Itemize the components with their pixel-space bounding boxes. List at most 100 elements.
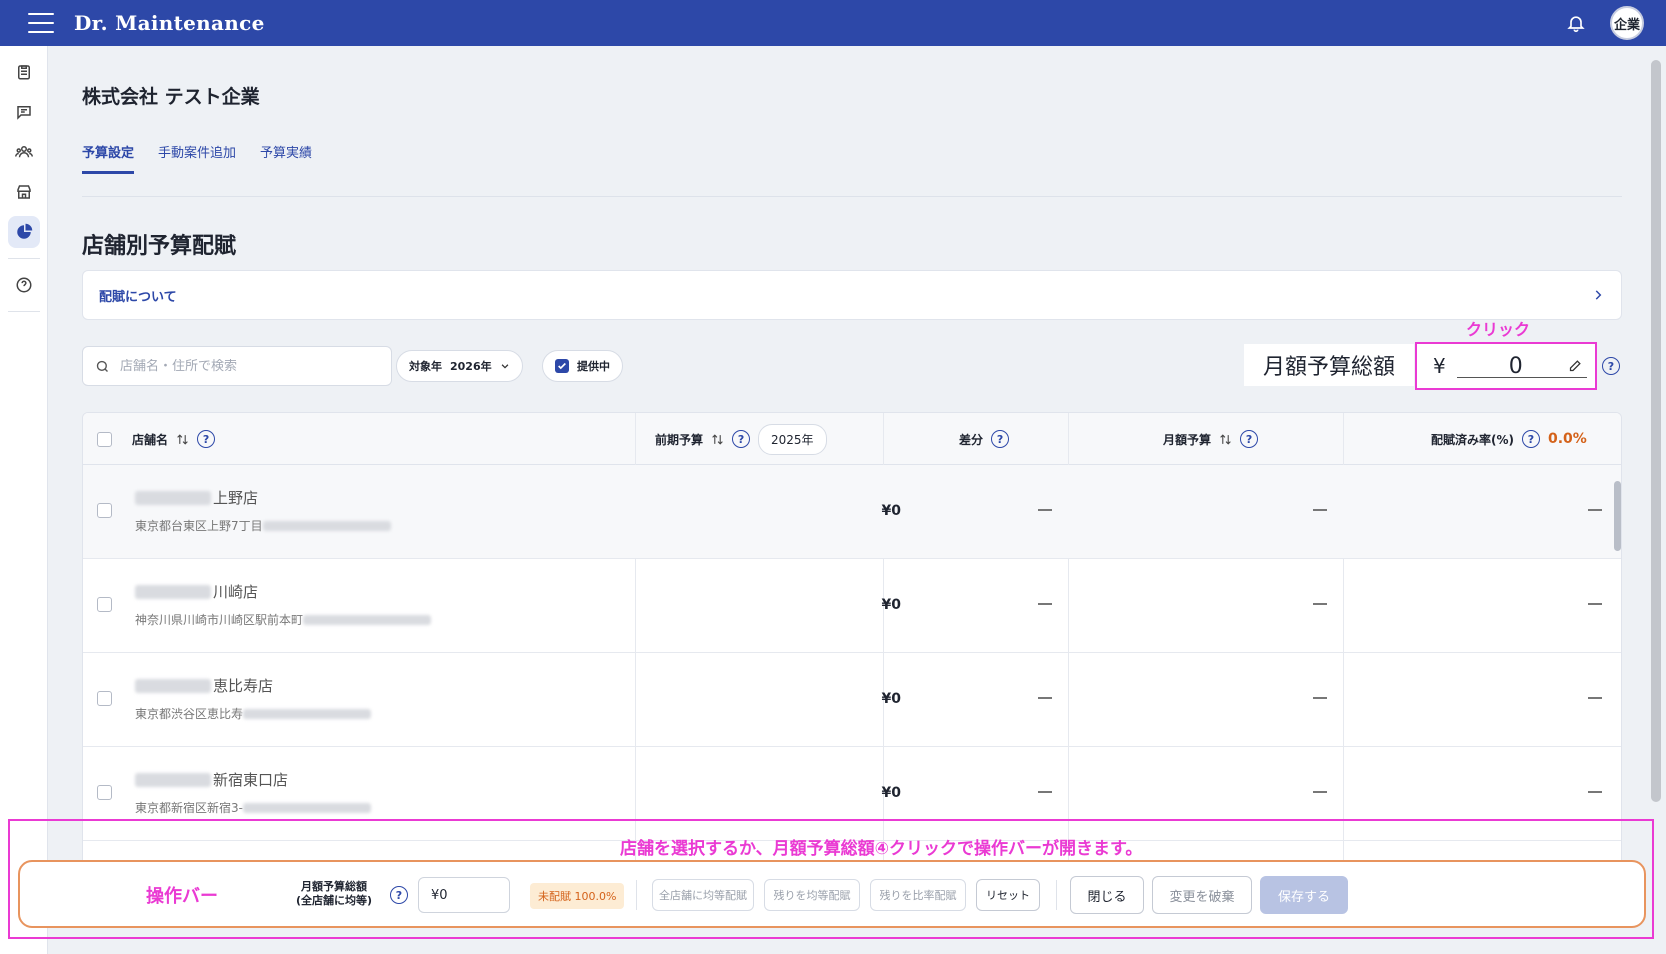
row-checkbox[interactable] [97,785,112,800]
equal-all-button[interactable]: 全店舗に均等配賦 [652,879,754,911]
user-avatar[interactable]: 企業 [1610,6,1644,40]
store-name: 恵比寿店 [135,675,273,696]
store-name: 上野店 [135,487,258,508]
header-rate: 配賦済み率(%) ? 0.0% [1431,413,1587,465]
op-budget-input[interactable]: ¥0 [418,877,510,913]
budget-total-value: 0 [1508,353,1523,379]
discard-button[interactable]: 変更を破棄 [1152,876,1252,914]
store-name: 新宿東口店 [135,769,288,790]
tab-manual-add[interactable]: 手動案件追加 [158,142,236,174]
table-row[interactable]: 上野店 東京都台東区上野7丁目 ¥0 [83,465,1621,559]
header-diff: 差分 ? [959,413,1010,465]
store-address: 神奈川県川崎市川崎区駅前本町 [135,611,433,628]
tab-budget-setting[interactable]: 予算設定 [82,142,135,174]
remaining-equal-button[interactable]: 残りを均等配賦 [764,879,860,911]
checkbox-checked-icon[interactable] [555,359,569,373]
pie-chart-icon[interactable] [7,216,40,248]
prev-budget-value: ¥0 [881,503,901,519]
chat-icon[interactable] [8,96,40,128]
currency-symbol: ¥ [1433,354,1446,378]
monthly-help-icon[interactable]: ? [1240,430,1259,448]
clipboard-icon[interactable] [8,56,40,88]
select-all-checkbox[interactable] [97,431,112,447]
tab-bar: 予算設定 手動案件追加 予算実績 [82,142,312,174]
reset-button[interactable]: リセット [976,879,1040,911]
row-checkbox[interactable] [97,691,112,706]
table-row[interactable]: 恵比寿店 東京都渋谷区恵比寿 ¥0 [83,653,1621,747]
store-address: 東京都台東区上野7丁目 [135,517,393,534]
monthly-empty [1313,603,1327,605]
store-icon[interactable] [8,176,40,208]
header-monthly-label: 月額予算 [1163,432,1212,447]
tab-budget-results[interactable]: 予算実績 [260,142,312,174]
rail-divider [7,311,40,312]
operation-bar: 操作バー 月額予算総額 (全店舗に均等) ? ¥0 未配賦 100.0% 全店舗… [18,860,1646,928]
active-filter-label: 提供中 [577,360,610,373]
diff-empty [1038,509,1052,511]
annotation-note: 店舗を選択するか、月額予算総額④クリックで操作バーが開きます。 [620,839,1143,859]
search-icon [96,360,108,372]
rate-help-icon[interactable]: ? [1522,430,1540,448]
header-monthly: 月額予算 ? [1163,413,1259,465]
users-icon[interactable] [8,136,40,168]
op-divider [636,880,637,910]
remaining-ratio-button[interactable]: 残りを比率配賦 [870,879,966,911]
header-store-label: 店舗名 [132,432,169,447]
monthly-budget-total-label: 月額予算総額 [1244,344,1414,386]
store-name: 川崎店 [135,581,258,602]
notification-bell-icon[interactable] [1566,13,1586,33]
prev-year-pill[interactable]: 2025年 [758,423,827,455]
rail-divider [7,258,40,259]
year-filter-value: 2026年 [450,360,492,373]
sort-icon[interactable] [711,433,724,446]
table-scrollbar[interactable] [1614,481,1621,551]
company-name: 株式会社 テスト企業 [82,86,260,108]
sort-icon[interactable] [176,433,189,446]
search-input[interactable] [120,358,370,374]
rate-empty [1588,697,1602,699]
about-allocation-label: 配賦について [99,289,177,305]
table-row[interactable]: 川崎店 神奈川県川崎市川崎区駅前本町 ¥0 [83,559,1621,653]
rate-empty [1588,603,1602,605]
year-filter-label: 対象年 [409,360,442,373]
unallocated-badge: 未配賦 100.0% [530,883,625,909]
about-allocation-link[interactable]: 配賦について [82,270,1622,320]
header-store: 店舗名 ? [97,413,216,465]
help-icon[interactable] [8,269,40,301]
store-help-icon[interactable]: ? [197,430,216,448]
header-prev-budget-label: 前期予算 [655,432,704,447]
monthly-empty [1313,791,1327,793]
row-checkbox[interactable] [97,597,112,612]
row-checkbox[interactable] [97,503,112,518]
store-address: 東京都新宿区新宿3- [135,799,373,816]
hamburger-menu-icon[interactable] [28,13,54,33]
search-box [82,346,392,386]
table-header: 店舗名 ? 前期予算 ? 2025年 差分 ? 月額予算 ? 配賦済み率(%) [83,413,1621,465]
year-filter-dropdown[interactable]: 対象年 2026年 [396,350,523,382]
prev-budget-help-icon[interactable]: ? [732,430,751,448]
store-address: 東京都渋谷区恵比寿 [135,705,373,722]
op-divider [1056,880,1057,910]
diff-help-icon[interactable]: ? [991,430,1010,448]
monthly-empty [1313,509,1327,511]
prev-budget-value: ¥0 [881,691,901,707]
monthly-budget-total-field[interactable]: ¥ 0 [1415,342,1597,390]
top-header: Dr. Maintenance 企業 [0,0,1666,46]
op-budget-help-icon[interactable]: ? [390,886,408,904]
brand-logo[interactable]: Dr. Maintenance [74,11,265,35]
header-rate-label: 配賦済み率(%) [1431,432,1514,447]
page-scrollbar[interactable] [1651,60,1661,802]
active-filter-toggle[interactable]: 提供中 [542,350,623,382]
operation-bar-label: 操作バー [146,886,218,907]
save-button[interactable]: 保存する [1260,876,1348,914]
pencil-edit-icon[interactable] [1568,358,1583,373]
prev-budget-value: ¥0 [881,597,901,613]
budget-help-icon[interactable]: ? [1602,357,1620,375]
budget-underline [1457,377,1587,378]
diff-empty [1038,603,1052,605]
sort-icon[interactable] [1219,433,1232,446]
close-button[interactable]: 閉じる [1070,876,1144,914]
tab-divider [82,196,1622,197]
chevron-down-icon [501,364,508,369]
diff-empty [1038,697,1052,699]
